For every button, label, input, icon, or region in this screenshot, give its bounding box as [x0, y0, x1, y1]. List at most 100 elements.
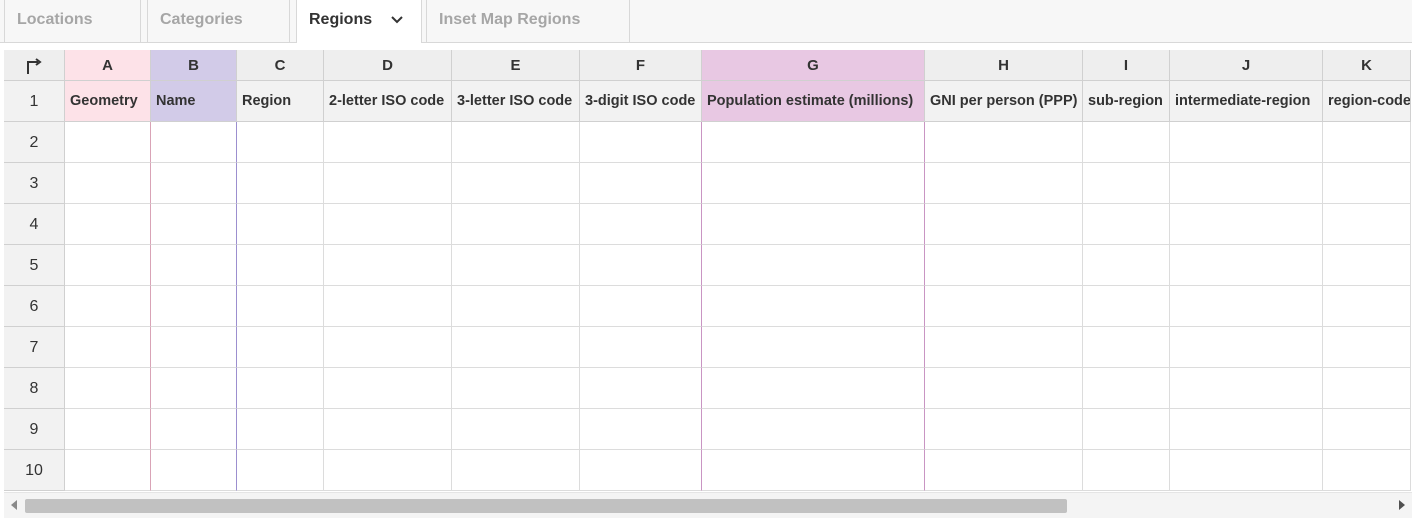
- column-header-h[interactable]: H: [925, 50, 1083, 81]
- cell-g2[interactable]: [702, 122, 925, 163]
- cell-b2[interactable]: [151, 122, 237, 163]
- cell-f2[interactable]: [580, 122, 702, 163]
- cell-d10[interactable]: [324, 450, 452, 491]
- cell-b9[interactable]: [151, 409, 237, 450]
- column-header-g[interactable]: G: [702, 50, 925, 81]
- cell-e10[interactable]: [452, 450, 580, 491]
- cell-i9[interactable]: [1083, 409, 1170, 450]
- cell-c2[interactable]: [237, 122, 324, 163]
- cell-g5[interactable]: [702, 245, 925, 286]
- cell-h4[interactable]: [925, 204, 1083, 245]
- cell-g8[interactable]: [702, 368, 925, 409]
- cell-i7[interactable]: [1083, 327, 1170, 368]
- cell-d9[interactable]: [324, 409, 452, 450]
- cell-j9[interactable]: [1170, 409, 1323, 450]
- cell-a7[interactable]: [65, 327, 151, 368]
- cell-h10[interactable]: [925, 450, 1083, 491]
- cell-d3[interactable]: [324, 163, 452, 204]
- row-header-8[interactable]: 8: [4, 368, 65, 409]
- cell-k6[interactable]: [1323, 286, 1411, 327]
- cell-b7[interactable]: [151, 327, 237, 368]
- cell-k3[interactable]: [1323, 163, 1411, 204]
- column-header-f[interactable]: F: [580, 50, 702, 81]
- cell-k9[interactable]: [1323, 409, 1411, 450]
- cell-c8[interactable]: [237, 368, 324, 409]
- header-cell-a[interactable]: Geometry: [65, 81, 151, 122]
- cell-j7[interactable]: [1170, 327, 1323, 368]
- cell-e8[interactable]: [452, 368, 580, 409]
- scrollbar-thumb[interactable]: [25, 499, 1067, 513]
- header-cell-i[interactable]: sub-region: [1083, 81, 1170, 122]
- cell-e7[interactable]: [452, 327, 580, 368]
- column-header-k[interactable]: K: [1323, 50, 1411, 81]
- row-header-4[interactable]: 4: [4, 204, 65, 245]
- row-header-7[interactable]: 7: [4, 327, 65, 368]
- cell-i8[interactable]: [1083, 368, 1170, 409]
- header-cell-e[interactable]: 3-letter ISO code: [452, 81, 580, 122]
- cell-e9[interactable]: [452, 409, 580, 450]
- cell-f3[interactable]: [580, 163, 702, 204]
- cell-h5[interactable]: [925, 245, 1083, 286]
- cell-j10[interactable]: [1170, 450, 1323, 491]
- cell-k8[interactable]: [1323, 368, 1411, 409]
- cell-c7[interactable]: [237, 327, 324, 368]
- header-cell-g[interactable]: Population estimate (millions): [702, 81, 925, 122]
- cell-a4[interactable]: [65, 204, 151, 245]
- cell-k7[interactable]: [1323, 327, 1411, 368]
- cell-e3[interactable]: [452, 163, 580, 204]
- tab-categories[interactable]: Categories: [147, 0, 290, 42]
- column-header-d[interactable]: D: [324, 50, 452, 81]
- chevron-down-icon[interactable]: [387, 10, 407, 30]
- scroll-left-arrow-icon[interactable]: [11, 500, 17, 510]
- header-cell-b[interactable]: Name: [151, 81, 237, 122]
- cell-j2[interactable]: [1170, 122, 1323, 163]
- cell-d5[interactable]: [324, 245, 452, 286]
- cell-h7[interactable]: [925, 327, 1083, 368]
- cell-d7[interactable]: [324, 327, 452, 368]
- row-header-9[interactable]: 9: [4, 409, 65, 450]
- cell-d6[interactable]: [324, 286, 452, 327]
- row-header-2[interactable]: 2: [4, 122, 65, 163]
- cell-j4[interactable]: [1170, 204, 1323, 245]
- cell-g10[interactable]: [702, 450, 925, 491]
- row-header-6[interactable]: 6: [4, 286, 65, 327]
- cell-g3[interactable]: [702, 163, 925, 204]
- cell-k5[interactable]: [1323, 245, 1411, 286]
- cell-i2[interactable]: [1083, 122, 1170, 163]
- cell-k2[interactable]: [1323, 122, 1411, 163]
- cell-f6[interactable]: [580, 286, 702, 327]
- cell-j5[interactable]: [1170, 245, 1323, 286]
- cell-g7[interactable]: [702, 327, 925, 368]
- cell-i4[interactable]: [1083, 204, 1170, 245]
- cell-h3[interactable]: [925, 163, 1083, 204]
- cell-a10[interactable]: [65, 450, 151, 491]
- cell-a8[interactable]: [65, 368, 151, 409]
- horizontal-scrollbar[interactable]: [4, 492, 1412, 518]
- cell-e2[interactable]: [452, 122, 580, 163]
- row-header-1[interactable]: 1: [4, 81, 65, 122]
- tab-regions[interactable]: Regions: [296, 0, 422, 43]
- cell-i10[interactable]: [1083, 450, 1170, 491]
- cell-d4[interactable]: [324, 204, 452, 245]
- cell-f10[interactable]: [580, 450, 702, 491]
- tab-inset-map-regions[interactable]: Inset Map Regions: [426, 0, 630, 42]
- cell-i6[interactable]: [1083, 286, 1170, 327]
- column-header-b[interactable]: B: [151, 50, 237, 81]
- cell-c6[interactable]: [237, 286, 324, 327]
- cell-a9[interactable]: [65, 409, 151, 450]
- column-header-c[interactable]: C: [237, 50, 324, 81]
- row-header-10[interactable]: 10: [4, 450, 65, 491]
- header-cell-f[interactable]: 3-digit ISO code: [580, 81, 702, 122]
- cell-j6[interactable]: [1170, 286, 1323, 327]
- tab-locations[interactable]: Locations: [4, 0, 141, 42]
- column-header-j[interactable]: J: [1170, 50, 1323, 81]
- column-header-e[interactable]: E: [452, 50, 580, 81]
- cell-c4[interactable]: [237, 204, 324, 245]
- cell-f8[interactable]: [580, 368, 702, 409]
- cell-a6[interactable]: [65, 286, 151, 327]
- cell-b8[interactable]: [151, 368, 237, 409]
- cell-c9[interactable]: [237, 409, 324, 450]
- cell-b4[interactable]: [151, 204, 237, 245]
- cell-c3[interactable]: [237, 163, 324, 204]
- corner-cell[interactable]: [4, 50, 65, 81]
